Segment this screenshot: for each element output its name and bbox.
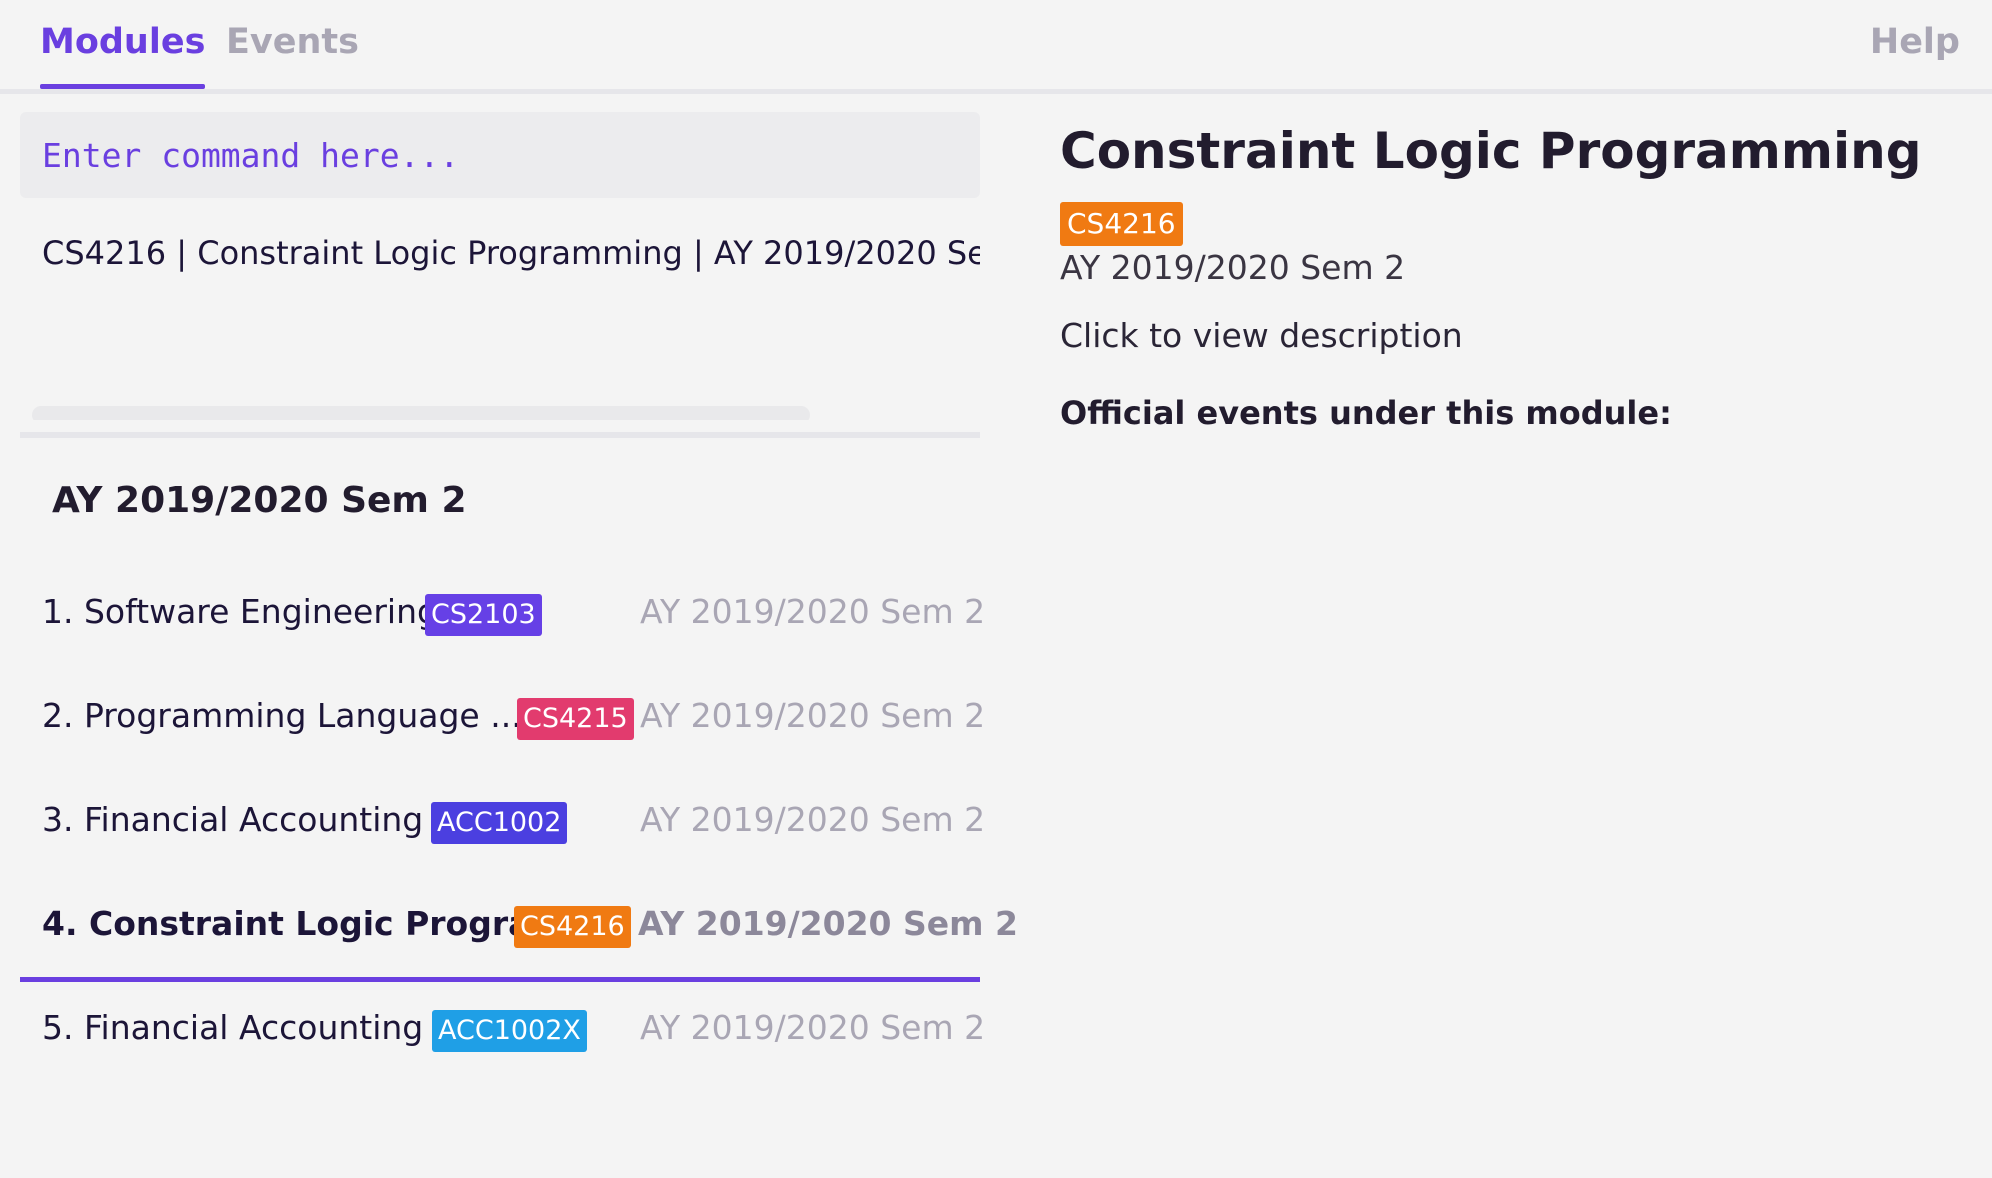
module-name: 3. Financial Accounting: [42, 800, 424, 839]
official-events-label: Official events under this module:: [1060, 394, 1672, 432]
module-group-title: AY 2019/2020 Sem 2: [52, 480, 467, 521]
tab-events[interactable]: Events: [226, 18, 359, 66]
module-semester: AY 2019/2020 Sem 2: [640, 592, 986, 631]
module-semester: AY 2019/2020 Sem 2: [638, 904, 1018, 943]
list-item-module-2[interactable]: 2. Programming Language ... CS4215 AY 20…: [20, 670, 985, 774]
module-code-badge: CS4215: [517, 698, 634, 740]
module-name: 2. Programming Language ...: [42, 696, 522, 735]
module-name: 4. Constraint Logic Progra...: [42, 904, 568, 943]
module-semester: AY 2019/2020 Sem 2: [640, 696, 986, 735]
module-semester: AY 2019/2020 Sem 2: [640, 1008, 986, 1047]
list-item-module-3[interactable]: 3. Financial Accounting ACC1002 AY 2019/…: [20, 774, 985, 878]
module-name: 5. Financial Accounting: [42, 1008, 424, 1047]
list-item-module-4-selected[interactable]: 4. Constraint Logic Progra... CS4216 AY …: [20, 878, 1018, 982]
list-item-module-5[interactable]: 5. Financial Accounting ACC1002X AY 2019…: [20, 982, 985, 1086]
module-code-badge: ACC1002X: [432, 1010, 587, 1052]
result-horizontal-scrollbar[interactable]: [32, 406, 810, 420]
module-code-badge: CS2103: [425, 594, 542, 636]
command-input[interactable]: [20, 112, 980, 198]
tab-modules[interactable]: Modules: [40, 18, 206, 89]
module-semester: AY 2019/2020 Sem 2: [640, 800, 986, 839]
result-display: CS4216 | Constraint Logic Programming | …: [20, 220, 980, 420]
detail-semester: AY 2019/2020 Sem 2: [1060, 248, 1406, 287]
list-item-module-1[interactable]: 1. Software Engineering CS2103 AY 2019/2…: [20, 566, 985, 670]
module-code-badge: CS4216: [514, 906, 631, 948]
command-box: [20, 112, 980, 198]
detail-code-badge: CS4216: [1060, 202, 1183, 246]
module-list: 1. Software Engineering CS2103 AY 2019/2…: [20, 566, 1018, 1086]
detail-title: Constraint Logic Programming: [1060, 122, 1922, 180]
top-nav-bar: Modules Events Help: [0, 0, 1992, 94]
result-text: CS4216 | Constraint Logic Programming | …: [42, 234, 980, 272]
module-code-badge: ACC1002: [431, 802, 568, 844]
left-panel-divider: [20, 432, 980, 438]
view-description-link[interactable]: Click to view description: [1060, 316, 1463, 355]
module-name: 1. Software Engineering: [42, 592, 438, 631]
help-link[interactable]: Help: [1870, 18, 1960, 66]
